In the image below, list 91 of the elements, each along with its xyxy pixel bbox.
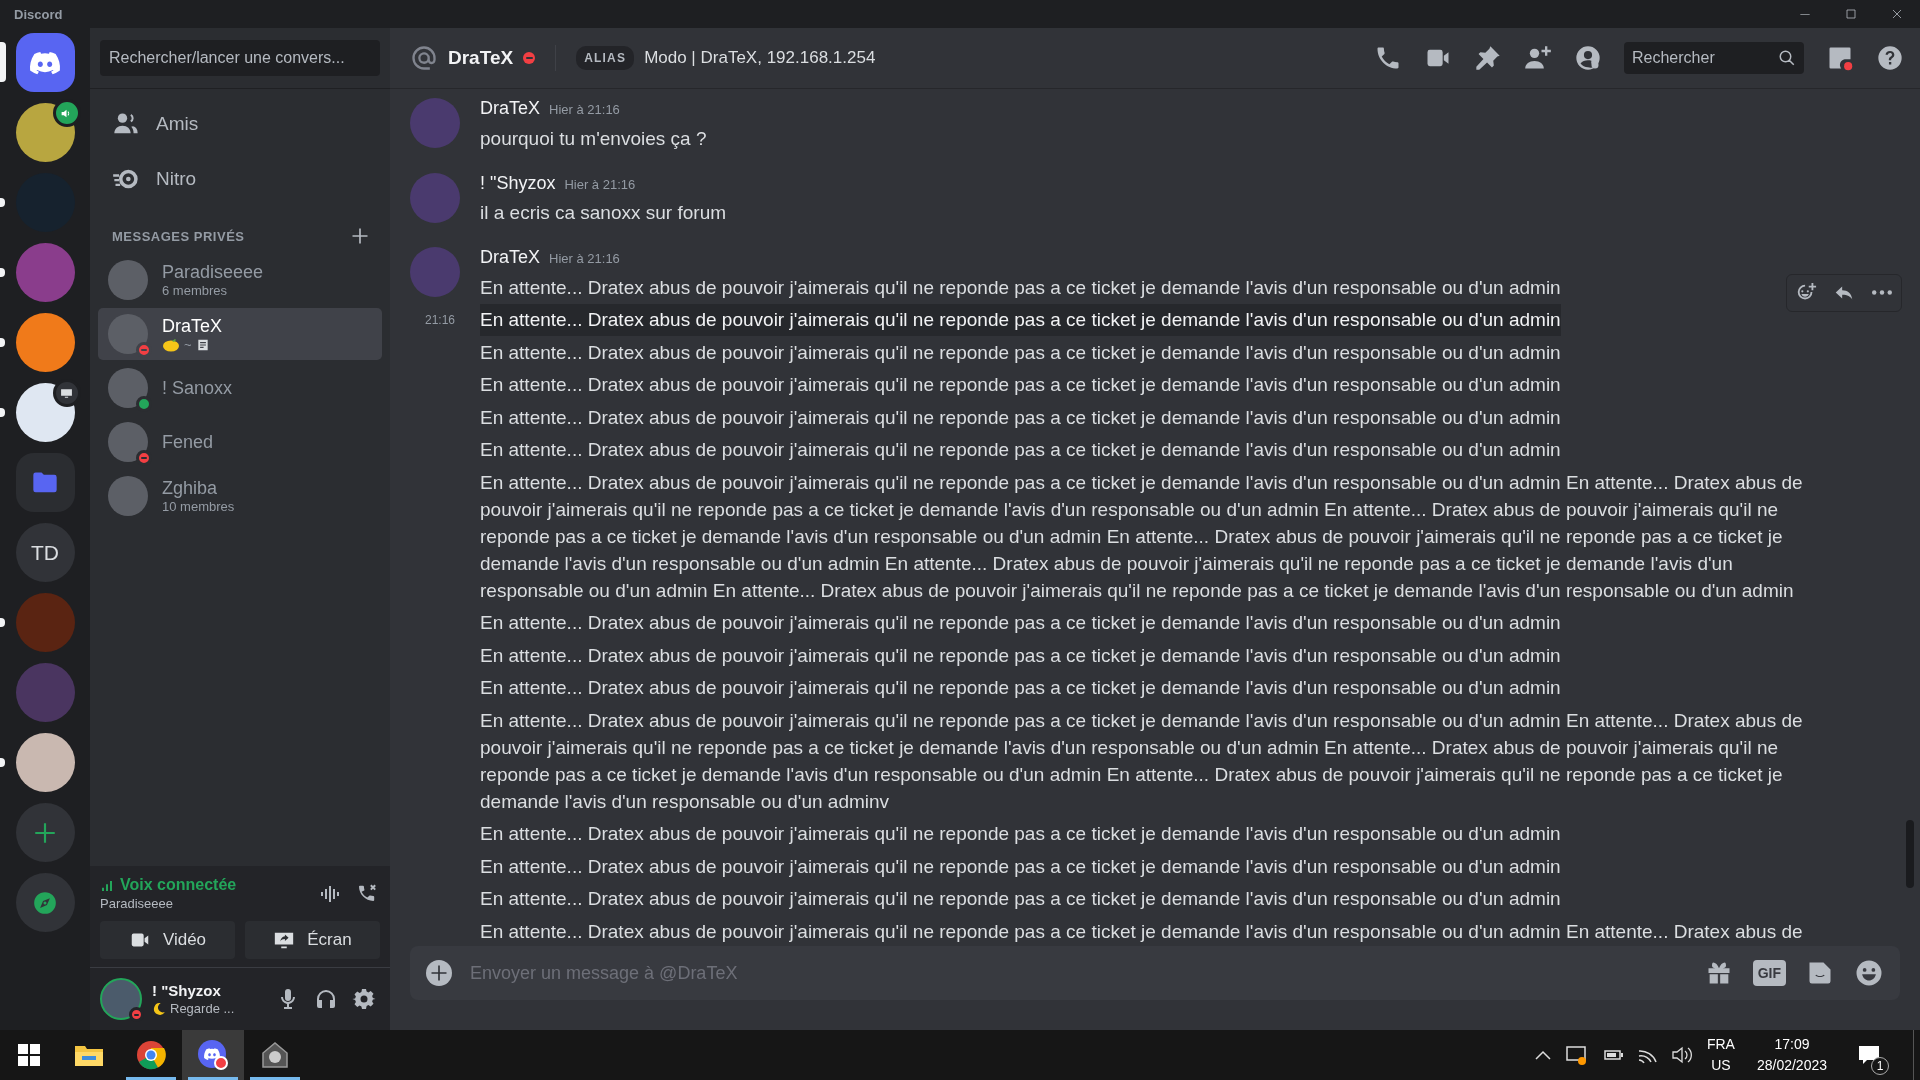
- message-timestamp: 21:16: [424, 312, 456, 327]
- maximize-icon[interactable]: [1843, 6, 1859, 22]
- message-text: En attente... Dratex abus de pouvoir j'aimerais qu'il ne reponde pas a ce ticket je demande l'avis d'un responsable ou d'un admin: [480, 676, 1561, 701]
- monitor-icon: [60, 386, 73, 400]
- avatar: [108, 260, 148, 300]
- windows-start-icon[interactable]: [18, 1044, 40, 1066]
- message-text: En attente... Dratex abus de pouvoir j'aimerais qu'il ne reponde pas a ce ticket je demande l'avis d'un responsable ou d'un admin En attente... Dratex abus de pouvoir j'aimerais qu'il ne reponde pas a ce ticket je demande l'avis d'un responsable ou d'un admin En attente... Dratex abus de pouvoir j'aimerais qu'il ne reponde pas a ce ticket je demande l'avis d'un responsable ou d'un admin En attente... Dratex abus de pouvoir j'aimerais qu'il ne reponde pas a ce ticket je demande l'avis d'un responsable ou d'un adminv: [480, 708, 1804, 814]
- member-count: 10 membres: [162, 499, 235, 514]
- notification-button[interactable]: 1: [1849, 1035, 1889, 1075]
- message-text: En attente... Dratex abus de pouvoir j'aimerais qu'il ne reponde pas a ce ticket je demande l'avis d'un responsable ou d'un admin: [480, 373, 1561, 398]
- help-icon[interactable]: [1876, 44, 1904, 72]
- language-text: FRA: [1706, 1035, 1735, 1054]
- discord-icon: [197, 1039, 229, 1071]
- username: ! "Shyzox: [152, 982, 222, 999]
- channel-name: DraTeX: [448, 47, 514, 69]
- screen-share-button[interactable]: Écran: [245, 921, 380, 959]
- time-text: 17:09: [1774, 1035, 1810, 1054]
- alias-tag: ALIAS: [576, 46, 635, 70]
- add-friend-icon[interactable]: [1524, 44, 1552, 72]
- clock[interactable]: 17:09 28/02/2023: [1748, 1034, 1835, 1076]
- chevron-up-icon[interactable]: [1534, 1050, 1551, 1060]
- user-profile-icon[interactable]: [1574, 44, 1602, 72]
- message-text: En attente... Dratex abus de pouvoir j'aimerais qu'il ne reponde pas a ce ticket je demande l'avis d'un responsable ou d'un admin: [480, 887, 1561, 912]
- layout-text: US: [1711, 1056, 1731, 1075]
- message-time: Hier à 21:16: [549, 101, 620, 119]
- message-text: En attente... Dratex abus de pouvoir j'aimerais qu'il ne reponde pas a ce ticket je demande l'avis d'un responsable ou d'un admin: [480, 611, 1561, 636]
- author-name[interactable]: DraTeX: [480, 96, 541, 121]
- author-name[interactable]: ! "Shyzox: [480, 170, 556, 196]
- attach-button[interactable]: [426, 960, 452, 986]
- voice-channel[interactable]: Paradiseeee: [100, 896, 237, 911]
- emoji-icon[interactable]: [1854, 958, 1884, 988]
- settings-icon[interactable]: [352, 987, 376, 1011]
- moon-icon: [152, 1001, 166, 1016]
- author-name[interactable]: DraTeX: [480, 245, 541, 270]
- nav-item[interactable]: Nitro: [98, 153, 382, 205]
- message-text: En attente... Dratex abus de pouvoir j'aimerais qu'il ne reponde pas a ce ticket je demande l'avis d'un responsable ou d'un admin: [480, 643, 1561, 668]
- message-text: En attente... Dratex abus de pouvoir j'aimerais qu'il ne reponde pas a ce ticket je demande l'avis d'un responsable ou d'un admin: [480, 340, 1561, 365]
- alias-text: Modo | DraTeX, 192.168.1.254: [644, 48, 876, 68]
- message-text: il a ecris ca sanoxx sur forum: [480, 201, 727, 226]
- member-count: 6 membres: [162, 283, 229, 298]
- headphones-icon[interactable]: [314, 987, 338, 1011]
- message-text: En attente... Dratex abus de pouvoir j'aimerais qu'il ne reponde pas a ce ticket je demande l'avis d'un responsable ou d'un admin En attente... Dratex abus de: [480, 919, 1803, 944]
- compass-icon: [32, 889, 58, 916]
- browser-icon: [136, 1040, 166, 1070]
- plus-icon: [426, 960, 452, 986]
- message-text: En attente... Dratex abus de pouvoir j'aimerais qu'il ne reponde pas a ce ticket je demande l'avis d'un responsable ou d'un admin En attente... Dratex abus de pouvoir j'aimerais qu'il ne reponde pas a ce ticket je demande l'avis d'un responsable ou d'un admin En attente... Dratex abus de pouvoir j'aimerais qu'il ne reponde pas a ce ticket je demande l'avis d'un responsable ou d'un admin En attente... Dratex abus de pouvoir j'aimerais qu'il ne reponde pas a ce ticket je demande l'avis d'un responsable ou d'un admin En attente... Dratex abus de pouvoir j'aimerais qu'il ne reponde pas a ce ticket je demande l'avis d'un responsable ou d'un admin En attente... Dratex abus de pouvoir j'aimerais qu'il ne reponde pas a ce ticket je demande l'avis d'un responsable ou d'un admin: [480, 470, 1804, 603]
- server-button[interactable]: TD: [15, 523, 75, 582]
- date-text: 28/02/2023: [1756, 1056, 1827, 1075]
- message-text: pourquoi tu m'envoies ça ?: [480, 126, 707, 151]
- more-icon: [1872, 290, 1892, 295]
- notification-count: 1: [1871, 1057, 1889, 1075]
- video-button[interactable]: Vidéo: [100, 921, 235, 959]
- message-composer[interactable]: Envoyer un message à @DraTeX GIF: [410, 946, 1900, 1000]
- avatar[interactable]: [100, 978, 142, 1020]
- message-input[interactable]: Envoyer un message à @DraTeX: [468, 954, 1689, 992]
- activity-text: ~: [184, 337, 192, 352]
- activity-text: Regarde ...: [170, 1001, 235, 1016]
- gif-button[interactable]: GIF: [1752, 960, 1786, 986]
- app-title: Discord: [14, 6, 64, 22]
- voice-status: Voix connectée: [120, 876, 237, 894]
- language-indicator[interactable]: FRA US: [1706, 1034, 1735, 1076]
- search-field[interactable]: Rechercher/lancer une convers...: [100, 40, 380, 76]
- message-text: En attente... Dratex abus de pouvoir j'aimerais qu'il ne reponde pas a ce ticket je demande l'avis d'un responsable ou d'un admin: [480, 438, 1561, 463]
- dm-item[interactable]: Paradiseeee 6 membres: [98, 254, 382, 306]
- app-icon: [260, 1041, 290, 1069]
- search-field[interactable]: Rechercher: [1624, 42, 1804, 74]
- message-time: Hier à 21:16: [549, 250, 620, 268]
- message-text: En attente... Dratex abus de pouvoir j'aimerais qu'il ne reponde pas a ce ticket je demande l'avis d'un responsable ou d'un admin: [480, 405, 1561, 430]
- message-text: En attente... Dratex abus de pouvoir j'aimerais qu'il ne reponde pas a ce ticket je demande l'avis d'un responsable ou d'un admin: [480, 822, 1561, 847]
- dm-item[interactable]: Zghiba 10 membres: [98, 470, 382, 522]
- message-text: En attente... Dratex abus de pouvoir j'aimerais qu'il ne reponde pas a ce ticket je demande l'avis d'un responsable ou d'un admin: [480, 303, 1561, 336]
- dm-item[interactable]: ! Sanoxx: [98, 362, 382, 414]
- plus-icon[interactable]: [350, 226, 370, 246]
- message-text: En attente... Dratex abus de pouvoir j'aimerais qu'il ne reponde pas a ce ticket je demande l'avis d'un responsable ou d'un admin: [480, 275, 1561, 300]
- dm-item[interactable]: DraTeX ~: [98, 308, 382, 360]
- section-header: MESSAGES PRIVÉS: [112, 228, 245, 244]
- at-icon: [410, 44, 438, 72]
- avatar: [108, 476, 148, 516]
- server-folder[interactable]: [15, 453, 75, 512]
- lemon-icon: [162, 337, 180, 352]
- message-text: En attente... Dratex abus de pouvoir j'aimerais qu'il ne reponde pas a ce ticket je demande l'avis d'un responsable ou d'un admin: [480, 854, 1561, 879]
- dm-item[interactable]: Fened: [98, 416, 382, 468]
- home-button[interactable]: [15, 33, 75, 92]
- note-icon: [195, 337, 210, 352]
- message-time: Hier à 21:16: [564, 175, 636, 194]
- search-icon: [1778, 49, 1796, 67]
- scrollbar-thumb[interactable]: [1906, 820, 1914, 888]
- volume-icon[interactable]: [1670, 1045, 1693, 1065]
- taskbar-app[interactable]: [182, 1030, 244, 1080]
- pin-icon[interactable]: [1474, 44, 1502, 72]
- nav-item[interactable]: Amis: [98, 98, 382, 150]
